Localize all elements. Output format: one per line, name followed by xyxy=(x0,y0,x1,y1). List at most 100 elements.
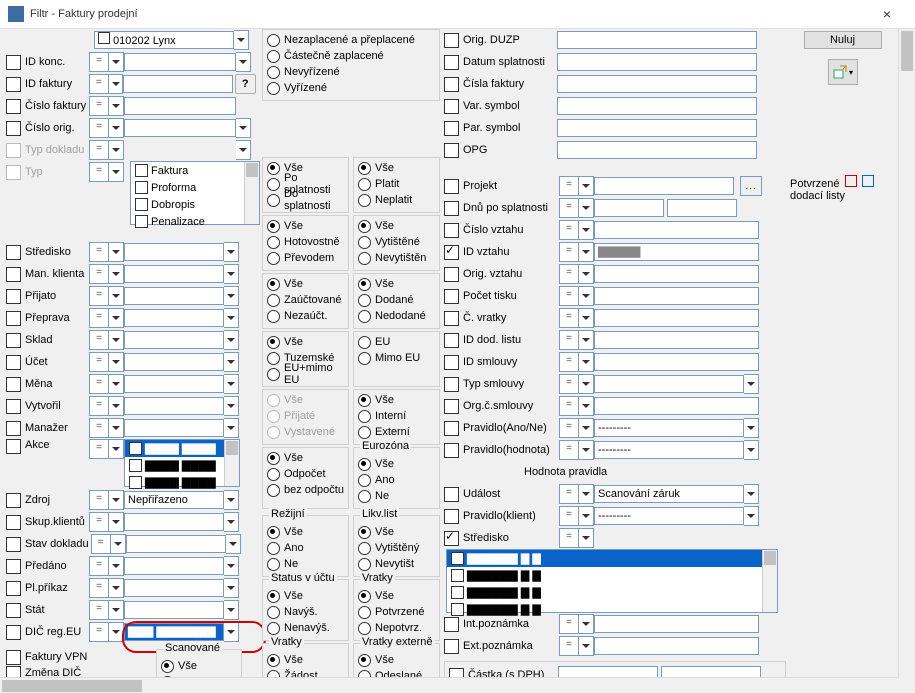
text-input[interactable]: --------- xyxy=(594,441,744,459)
operator-dropdown[interactable] xyxy=(579,614,594,634)
operator-button[interactable]: = xyxy=(559,528,579,548)
checkbox[interactable] xyxy=(444,487,459,502)
operator-dropdown[interactable] xyxy=(109,556,124,576)
operator-button[interactable]: = xyxy=(559,396,579,416)
text-input[interactable]: ▇▇▇▇▇ xyxy=(594,243,759,261)
radio-option[interactable]: Vše xyxy=(358,218,435,234)
text-input[interactable] xyxy=(124,513,224,531)
radio-option[interactable]: Potvrzené xyxy=(358,604,435,620)
text-input[interactable] xyxy=(557,75,757,93)
operator-dropdown[interactable] xyxy=(109,242,124,262)
operator-dropdown[interactable] xyxy=(579,308,594,328)
text-input[interactable] xyxy=(594,397,759,415)
close-icon[interactable]: × xyxy=(867,6,907,22)
checkbox[interactable] xyxy=(6,355,21,370)
chevron-down-icon[interactable] xyxy=(224,600,239,620)
operator-dropdown[interactable] xyxy=(109,374,124,394)
text-input[interactable] xyxy=(594,353,759,371)
export-button[interactable]: ▾ xyxy=(828,59,858,85)
operator-dropdown[interactable] xyxy=(109,512,124,532)
text-input[interactable] xyxy=(557,31,757,49)
radio-option[interactable]: Převodem xyxy=(267,250,344,266)
text-input[interactable] xyxy=(124,309,224,327)
text-input[interactable] xyxy=(124,375,224,393)
radio-option[interactable]: Dodané xyxy=(358,292,435,308)
checkbox[interactable] xyxy=(6,311,21,326)
chevron-down-icon[interactable] xyxy=(236,118,251,138)
chevron-down-icon[interactable] xyxy=(224,512,239,532)
text-input[interactable] xyxy=(594,309,759,327)
text-input[interactable] xyxy=(557,119,757,137)
text-input[interactable] xyxy=(594,331,759,349)
combo-dropdown[interactable] xyxy=(744,440,759,460)
text-input[interactable] xyxy=(124,53,236,71)
radio-option[interactable]: Ne xyxy=(358,488,435,504)
checkbox[interactable] xyxy=(444,179,459,194)
chevron-down-icon[interactable] xyxy=(234,30,249,50)
radio-option[interactable]: Vše xyxy=(267,652,344,668)
checkbox[interactable] xyxy=(6,650,21,665)
operator-dropdown[interactable] xyxy=(579,506,594,526)
text-input[interactable] xyxy=(123,75,232,93)
text-input[interactable] xyxy=(124,353,224,371)
operator-button[interactable]: = xyxy=(89,439,109,459)
operator-button[interactable]: = xyxy=(559,242,579,262)
operator-dropdown[interactable] xyxy=(109,578,124,598)
operator-dropdown[interactable] xyxy=(109,490,124,510)
text-input[interactable]: Scanování záruk xyxy=(594,485,744,503)
text-input[interactable] xyxy=(667,199,737,217)
checkbox[interactable] xyxy=(6,559,21,574)
radio-option[interactable]: Externí xyxy=(358,424,435,440)
radio-option[interactable]: Vše xyxy=(358,392,435,408)
operator-button[interactable]: = xyxy=(89,140,109,160)
radio-option[interactable]: Vše xyxy=(358,276,435,292)
operator-dropdown[interactable] xyxy=(109,286,124,306)
checkbox[interactable] xyxy=(444,311,459,326)
text-input[interactable] xyxy=(124,557,224,575)
checkbox[interactable] xyxy=(6,333,21,348)
checkbox[interactable] xyxy=(444,333,459,348)
checkbox[interactable] xyxy=(6,245,21,260)
checkbox[interactable] xyxy=(6,581,21,596)
operator-dropdown[interactable] xyxy=(109,162,124,182)
text-input[interactable] xyxy=(557,53,757,71)
operator-dropdown[interactable] xyxy=(109,622,124,642)
operator-button[interactable]: = xyxy=(89,74,109,94)
text-input[interactable]: Nepřiřazeno xyxy=(124,491,224,509)
operator-dropdown[interactable] xyxy=(579,220,594,240)
text-input[interactable] xyxy=(124,601,224,619)
radio-option[interactable]: Ano xyxy=(358,472,435,488)
operator-button[interactable]: = xyxy=(89,600,109,620)
combo-dropdown[interactable] xyxy=(744,374,759,394)
chevron-down-icon[interactable] xyxy=(224,352,239,372)
operator-dropdown[interactable] xyxy=(579,352,594,372)
text-input[interactable] xyxy=(124,287,224,305)
checkbox[interactable] xyxy=(444,121,459,136)
operator-button[interactable]: = xyxy=(559,636,579,656)
operator-dropdown[interactable] xyxy=(109,96,124,116)
operator-button[interactable]: = xyxy=(559,264,579,284)
operator-button[interactable]: = xyxy=(89,512,109,532)
operator-button[interactable]: = xyxy=(89,242,109,262)
radio-option[interactable]: Vše xyxy=(161,658,237,674)
radio-option[interactable]: Nedodané xyxy=(358,308,435,324)
checkbox[interactable] xyxy=(6,515,21,530)
radio-option[interactable]: Nevytišt xyxy=(358,556,435,572)
operator-button[interactable]: = xyxy=(559,418,579,438)
checkbox[interactable] xyxy=(444,355,459,370)
chevron-down-icon[interactable] xyxy=(224,242,239,262)
checkbox[interactable] xyxy=(444,77,459,92)
operator-dropdown[interactable] xyxy=(579,636,594,656)
radio-option[interactable]: Vše xyxy=(267,524,344,540)
operator-dropdown[interactable] xyxy=(579,242,594,262)
radio-option[interactable]: EU xyxy=(358,334,435,350)
text-input[interactable] xyxy=(594,637,759,655)
radio-option[interactable]: Vše xyxy=(267,218,344,234)
combo-dropdown[interactable] xyxy=(224,490,239,510)
operator-button[interactable]: = xyxy=(89,578,109,598)
operator-button[interactable]: = xyxy=(89,352,109,372)
operator-button[interactable]: = xyxy=(89,396,109,416)
checkbox[interactable] xyxy=(444,531,459,546)
radio-option[interactable]: Vše xyxy=(267,588,344,604)
operator-button[interactable]: = xyxy=(89,162,109,182)
